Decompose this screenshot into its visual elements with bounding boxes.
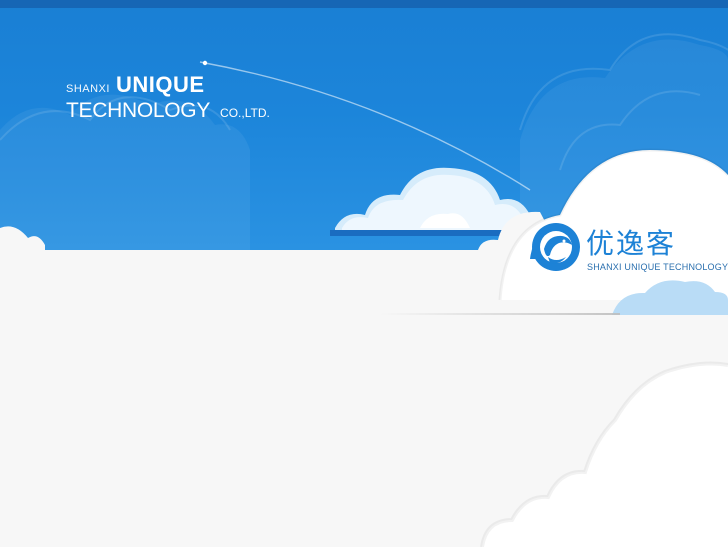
title-slide: SHANXI UNIQUE TECHNOLOGY CO.,LTD. 优逸客 SH… <box>0 0 728 547</box>
logo-english-name: SHANXI UNIQUE TECHNOLOGY <box>587 262 728 272</box>
foreground-clouds <box>480 148 728 547</box>
dolphin-wave-icon <box>530 223 580 271</box>
divider-line <box>380 313 620 315</box>
logo-chinese-name: 优逸客 <box>586 227 677 260</box>
